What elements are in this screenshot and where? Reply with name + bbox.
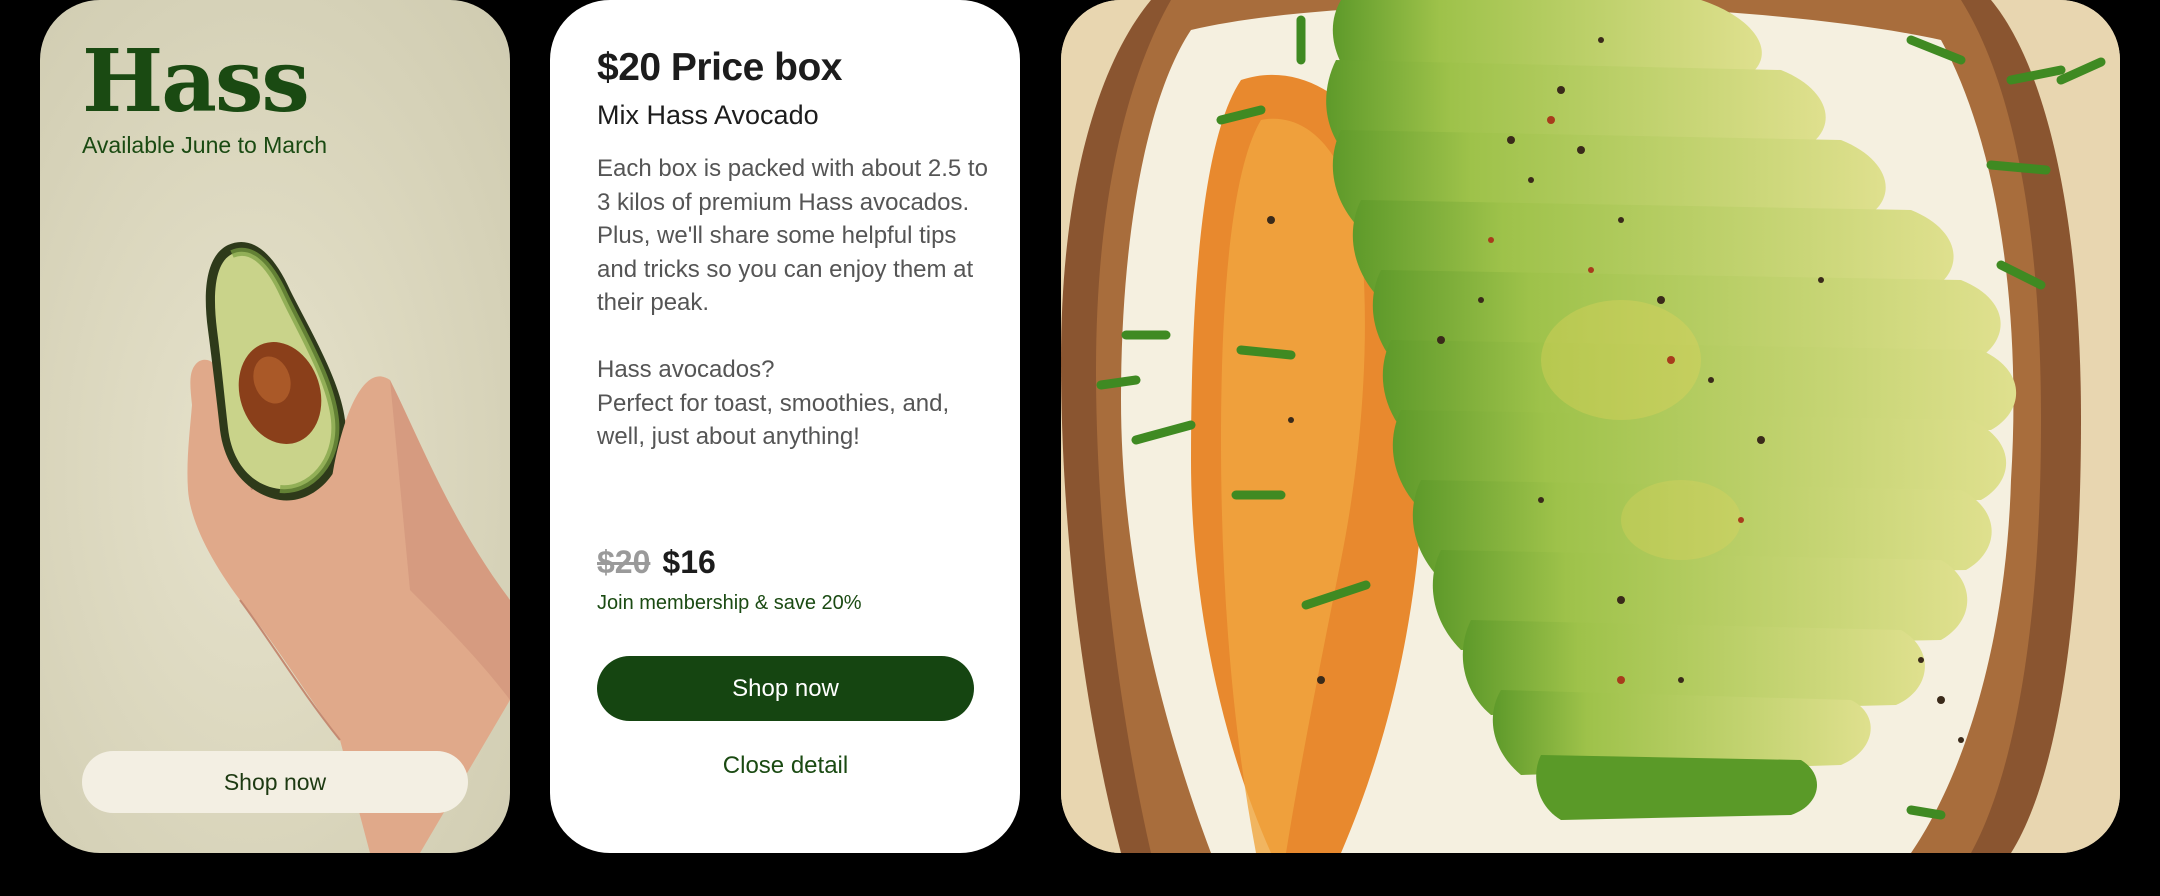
- price-box-detail-card: $20 Price box Mix Hass Avocado Each box …: [550, 0, 1020, 853]
- description-question: Hass avocados?: [597, 356, 775, 383]
- detail-subtitle: Mix Hass Avocado: [597, 100, 819, 130]
- discounted-price: $16: [662, 544, 716, 580]
- detail-title: $20 Price box: [597, 46, 842, 89]
- availability-text: Available June to March: [82, 132, 328, 158]
- original-price: $20: [597, 544, 651, 580]
- hass-product-card[interactable]: Hass Available June to March Shop now: [40, 0, 510, 853]
- price-row: $20 $16: [597, 544, 716, 581]
- shop-now-button[interactable]: Shop now: [82, 751, 468, 813]
- detail-description: Each box is packed with about 2.5 to 3 k…: [597, 152, 992, 454]
- close-detail-link[interactable]: Close detail: [597, 752, 974, 780]
- avocado-toast-photo: [1061, 0, 2120, 853]
- avocado-toast-image: [1061, 0, 2120, 853]
- shop-now-primary-button[interactable]: Shop now: [597, 656, 974, 721]
- description-answer: Perfect for toast, smoothies, and, well,…: [597, 389, 950, 451]
- product-title: Hass: [82, 31, 310, 132]
- description-paragraph: Each box is packed with about 2.5 to 3 k…: [597, 155, 988, 316]
- membership-link[interactable]: Join membership & save 20%: [597, 592, 862, 615]
